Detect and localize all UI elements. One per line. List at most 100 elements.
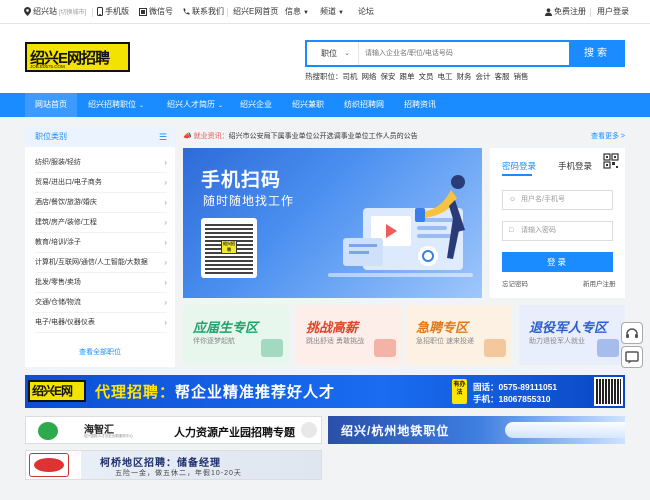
hot-item[interactable]: 会计 bbox=[476, 72, 491, 81]
sidebar-item[interactable]: 计算机/互联网/通信/人工智能/大数据 › bbox=[35, 253, 167, 273]
password-field[interactable]: □ 请输入密码 bbox=[502, 221, 613, 241]
password-placeholder: 请输入密码 bbox=[521, 227, 556, 234]
sidebar-item[interactable]: 建筑/房产/装修/工程 › bbox=[35, 213, 167, 233]
sidebar-item-label: 计算机/互联网/通信/人工智能/大数据 bbox=[35, 259, 148, 266]
forum-link[interactable]: 论坛 bbox=[358, 7, 374, 17]
site-label: 绍兴站 bbox=[33, 7, 57, 16]
menu-icon[interactable]: ☰ bbox=[159, 127, 167, 147]
chevron-down-icon: ▼ bbox=[303, 10, 309, 16]
wechat-link[interactable]: 微信号 bbox=[139, 7, 173, 17]
ad-title-highlight: 代理招聘： bbox=[95, 384, 176, 401]
nav-item-textile[interactable]: 纺织招聘网 bbox=[338, 93, 390, 117]
sidebar-item[interactable]: 纺织/服装/轻纺 › bbox=[35, 153, 167, 173]
manager-hiring-ad[interactable]: 柯桥地区招聘：储备经理 五险一金，做五休二，年假10-20天 bbox=[25, 450, 322, 480]
mobile-scan-banner[interactable]: 手机扫码 随时随地找工作 绍兴招聘 bbox=[183, 148, 482, 298]
qr-code: 绍兴招聘 bbox=[201, 218, 257, 278]
hot-item[interactable]: 网络 bbox=[362, 72, 377, 81]
mobile-phone-icon bbox=[97, 7, 103, 17]
register-link[interactable]: 免费注册 bbox=[545, 7, 586, 17]
chevron-down-icon: ⌄ bbox=[138, 103, 145, 109]
hot-item[interactable]: 财务 bbox=[457, 72, 472, 81]
switch-city-link[interactable]: [切换城市] bbox=[59, 10, 86, 16]
wechat-label: 微信号 bbox=[149, 7, 173, 16]
hr-park-ad[interactable]: 海智汇 绍兴国际人才创业创新服务中心 人力资源产业园招聘专题 bbox=[25, 416, 322, 444]
login-link[interactable]: 用户登录 bbox=[597, 7, 629, 17]
divider bbox=[590, 8, 591, 17]
sidebar-item[interactable]: 贸易/进出口/电子商务 › bbox=[35, 173, 167, 193]
job-category-sidebar: 职位类别 ☰ 纺织/服装/轻纺 › 贸易/进出口/电子商务 › 酒店/餐饮/旅游/婚庆… bbox=[25, 127, 175, 367]
feedback-button[interactable] bbox=[621, 346, 643, 368]
ad-qr-code bbox=[594, 377, 623, 406]
zone-graduates[interactable]: 应届生专区 伴你逐梦起航 bbox=[183, 305, 289, 365]
zone-veterans[interactable]: 退役军人专区 助力退役军人就业 bbox=[519, 305, 625, 365]
contact-link[interactable]: 联系我们 bbox=[182, 7, 224, 17]
zone-high-salary[interactable]: 挑战高薪 跳出舒适 勇敢挑战 bbox=[296, 305, 402, 365]
nav-item-jobs[interactable]: 绍兴招聘职位 ⌄ bbox=[79, 93, 153, 117]
channel-label: 频道 bbox=[320, 7, 336, 16]
chevron-down-icon: ⌄ bbox=[344, 50, 350, 57]
megaphone-icon: 📣 bbox=[183, 133, 192, 140]
divider bbox=[227, 8, 228, 17]
hot-item[interactable]: 跟单 bbox=[400, 72, 415, 81]
headset-icon bbox=[626, 328, 638, 338]
info-menu[interactable]: 信息 ▼ bbox=[285, 7, 309, 18]
sidebar-item[interactable]: 教育/培训/涂子 › bbox=[35, 233, 167, 253]
mobile-link[interactable]: 手机版 bbox=[97, 7, 129, 17]
sidebar-item[interactable]: 批发/零售/卖场 › bbox=[35, 273, 167, 293]
contact-label: 联系我们 bbox=[192, 7, 224, 16]
sidebar-item[interactable]: 交通/仓储/物流 › bbox=[35, 293, 167, 313]
nav-item-companies[interactable]: 绍兴企业 bbox=[235, 93, 277, 117]
ad-title: 柯桥地区招聘：储备经理 bbox=[100, 458, 221, 469]
view-more-link[interactable]: 查看更多 > bbox=[591, 130, 625, 144]
tab-password-login[interactable]: 密码登录 bbox=[502, 160, 536, 172]
forgot-password-link[interactable]: 忘记密码 bbox=[502, 278, 528, 288]
nav-label: 绍兴人才简历 bbox=[166, 100, 215, 109]
ad-title: 人力资源产业园招聘专题 bbox=[174, 427, 295, 439]
location-link[interactable]: 绍兴站 [切换城市] bbox=[24, 7, 86, 18]
channel-menu[interactable]: 频道 ▼ bbox=[320, 7, 344, 18]
hot-item[interactable]: 销售 bbox=[514, 72, 529, 81]
hot-item[interactable]: 文员 bbox=[419, 72, 434, 81]
tab-phone-login[interactable]: 手机登录 bbox=[558, 160, 592, 172]
nav-item-news[interactable]: 招聘资讯 bbox=[399, 93, 441, 117]
sidebar-item[interactable]: 电子/电器/仪器仪表 › bbox=[35, 313, 167, 333]
hot-item[interactable]: 保安 bbox=[381, 72, 396, 81]
ad-landline: 固话：0575-89111051 bbox=[473, 382, 558, 392]
nav-item-resumes[interactable]: 绍兴人才简历 ⌄ bbox=[155, 93, 235, 117]
agency-recruitment-ad[interactable]: 绍兴E网 代理招聘：帮企业精准推荐好人才 有办法 固话：0575-8911105… bbox=[25, 375, 625, 408]
qr-code-icon[interactable] bbox=[603, 153, 619, 169]
view-all-jobs-link[interactable]: 查看全部职位 bbox=[25, 347, 175, 357]
notice-link[interactable]: 绍兴市公安局下属事业单位公开选调事业单位工作人员的公告 bbox=[229, 133, 418, 140]
sidebar-item-label: 酒店/餐饮/旅游/婚庆 bbox=[35, 199, 97, 206]
username-field[interactable]: ☺ 用户名/手机号 bbox=[502, 190, 613, 210]
register-link[interactable]: 新用户注册 bbox=[583, 278, 616, 288]
main-nav: 网站首页 绍兴招聘职位 ⌄ 绍兴人才简历 ⌄ 绍兴企业 绍兴兼职 纺织招聘网 招聘资… bbox=[0, 93, 650, 117]
zone-urgent[interactable]: 急聘专区 急招职位 速来投递 bbox=[406, 305, 512, 365]
customer-service-button[interactable] bbox=[621, 322, 643, 344]
search-button[interactable]: 搜索 bbox=[569, 40, 625, 67]
search-type-label: 职位 bbox=[321, 49, 337, 58]
tab-indicator bbox=[502, 174, 532, 176]
sidebar-header: 职位类别 ☰ bbox=[25, 127, 175, 147]
hot-item[interactable]: 客服 bbox=[495, 72, 510, 81]
home-link[interactable]: 绍兴E网首页 bbox=[233, 7, 278, 17]
search-input[interactable] bbox=[365, 45, 565, 62]
ad-subtitle: 五险一金，做五休二，年假10-20天 bbox=[115, 470, 242, 477]
site-logo[interactable]: 绍兴E网招聘 JOB.E0575.COM bbox=[25, 42, 130, 72]
nav-item-parttime[interactable]: 绍兴兼职 bbox=[287, 93, 329, 117]
banner-title: 手机扫码 bbox=[201, 170, 282, 191]
chevron-down-icon: ▼ bbox=[338, 10, 344, 16]
hot-item[interactable]: 电工 bbox=[438, 72, 453, 81]
chevron-right-icon: › bbox=[164, 298, 167, 307]
sidebar-item-label: 建筑/房产/装修/工程 bbox=[35, 219, 97, 226]
logo-url: JOB.E0575.COM bbox=[30, 64, 65, 69]
login-button[interactable]: 登录 bbox=[502, 252, 613, 272]
sidebar-item[interactable]: 酒店/餐饮/旅游/婚庆 › bbox=[35, 193, 167, 213]
hot-item[interactable]: 司机 bbox=[343, 72, 358, 81]
hot-search-label: 热搜职位： bbox=[305, 72, 343, 81]
search-type-select[interactable]: 职位 ⌄ bbox=[307, 42, 359, 65]
haizhihui-logo bbox=[38, 422, 58, 440]
sidebar-item-label: 纺织/服装/轻纺 bbox=[35, 159, 81, 166]
metro-jobs-ad[interactable]: 绍兴/杭州地铁职位 bbox=[328, 416, 625, 444]
nav-item-home[interactable]: 网站首页 bbox=[25, 93, 77, 117]
